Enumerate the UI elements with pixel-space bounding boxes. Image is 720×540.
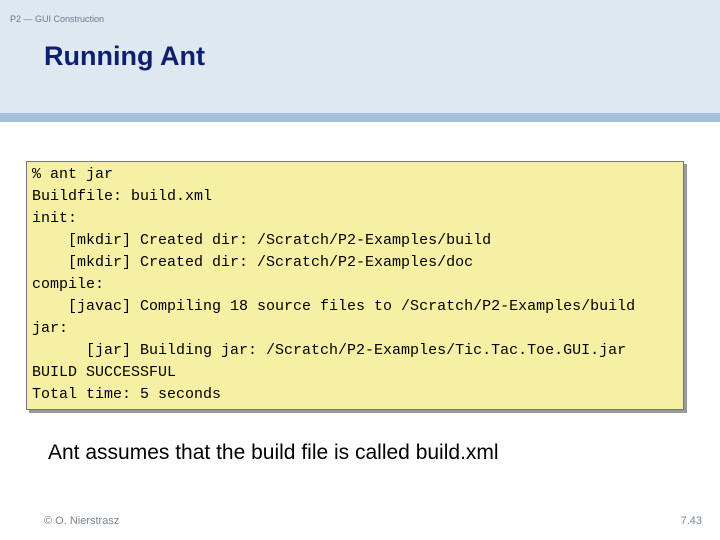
page-number: 7.43 <box>680 515 702 527</box>
code-line: [jar] Building jar: /Scratch/P2-Examples… <box>32 342 627 359</box>
caption-text: Ant assumes that the build file is calle… <box>48 441 499 464</box>
course-label: P2 — GUI Construction <box>10 14 105 24</box>
code-line: init: <box>32 210 78 227</box>
code-line: Total time: 5 seconds <box>32 386 222 403</box>
code-line: jar: <box>32 320 69 337</box>
slide-header: P2 — GUI Construction Running Ant <box>0 0 720 113</box>
code-line: BUILD SUCCESSFUL <box>32 364 177 381</box>
code-line: % ant jar <box>32 166 114 183</box>
code-line: Buildfile: build.xml <box>32 188 213 205</box>
header-divider <box>0 113 720 122</box>
code-line: [mkdir] Created dir: /Scratch/P2-Example… <box>32 232 492 249</box>
code-line: [mkdir] Created dir: /Scratch/P2-Example… <box>32 254 474 271</box>
code-block: % ant jar Buildfile: build.xml init: [mk… <box>26 161 684 410</box>
code-line: compile: <box>32 276 105 293</box>
footer-author: © O. Nierstrasz <box>44 515 120 527</box>
code-line: [javac] Compiling 18 source files to /Sc… <box>32 298 636 315</box>
slide-title: Running Ant <box>44 41 205 71</box>
